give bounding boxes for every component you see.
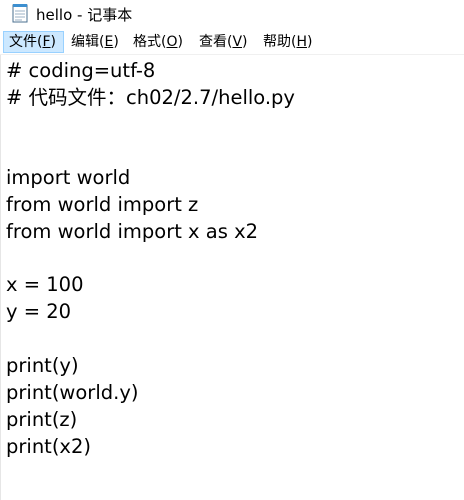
- menu-format[interactable]: 格式(O): [128, 31, 190, 53]
- menu-format-hotkey: O: [166, 34, 178, 50]
- code-line-10: y = 20: [6, 300, 72, 323]
- menu-view[interactable]: 查看(V): [194, 31, 256, 53]
- menu-edit-close: ): [113, 34, 119, 50]
- menu-edit[interactable]: 编辑(E): [66, 31, 126, 53]
- menu-file-label: 文件(: [9, 34, 43, 50]
- code-line-5: import world: [6, 166, 131, 189]
- menu-help[interactable]: 帮助(H): [258, 31, 320, 53]
- menu-format-close: ): [177, 34, 183, 50]
- window-title: hello - 记事本: [36, 6, 133, 24]
- code-line-2: # 代码文件：ch02/2.7/hello.py: [6, 86, 295, 109]
- code-line-1: # coding=utf-8: [6, 59, 156, 82]
- menu-help-hotkey: H: [296, 34, 307, 50]
- menu-file-hotkey: F: [42, 34, 51, 50]
- title-bar[interactable]: hello - 记事本: [0, 0, 464, 30]
- menu-help-close: ): [307, 34, 313, 50]
- code-line-7: from world import x as x2: [6, 220, 259, 243]
- menu-file-close: ): [50, 34, 56, 50]
- code-line-13: print(world.y): [6, 381, 139, 404]
- text-editor[interactable]: # coding=utf-8 # 代码文件：ch02/2.7/hello.py …: [0, 55, 464, 500]
- code-line-14: print(z): [6, 408, 78, 431]
- code-line-12: print(y): [6, 354, 79, 377]
- notepad-icon: [12, 3, 28, 23]
- menu-help-label: 帮助(: [263, 34, 297, 50]
- code-line-15: print(x2): [6, 435, 91, 458]
- code-line-6: from world import z: [6, 193, 199, 216]
- menu-edit-label: 编辑(: [71, 34, 105, 50]
- menu-edit-hotkey: E: [104, 34, 114, 50]
- menu-format-label: 格式(: [133, 34, 167, 50]
- menu-view-hotkey: V: [232, 34, 243, 50]
- code-line-9: x = 100: [6, 273, 84, 296]
- menu-bar: 文件(F) 编辑(E) 格式(O) 查看(V) 帮助(H): [0, 30, 464, 55]
- menu-view-label: 查看(: [199, 34, 233, 50]
- menu-file[interactable]: 文件(F): [3, 31, 64, 53]
- menu-view-close: ): [242, 34, 248, 50]
